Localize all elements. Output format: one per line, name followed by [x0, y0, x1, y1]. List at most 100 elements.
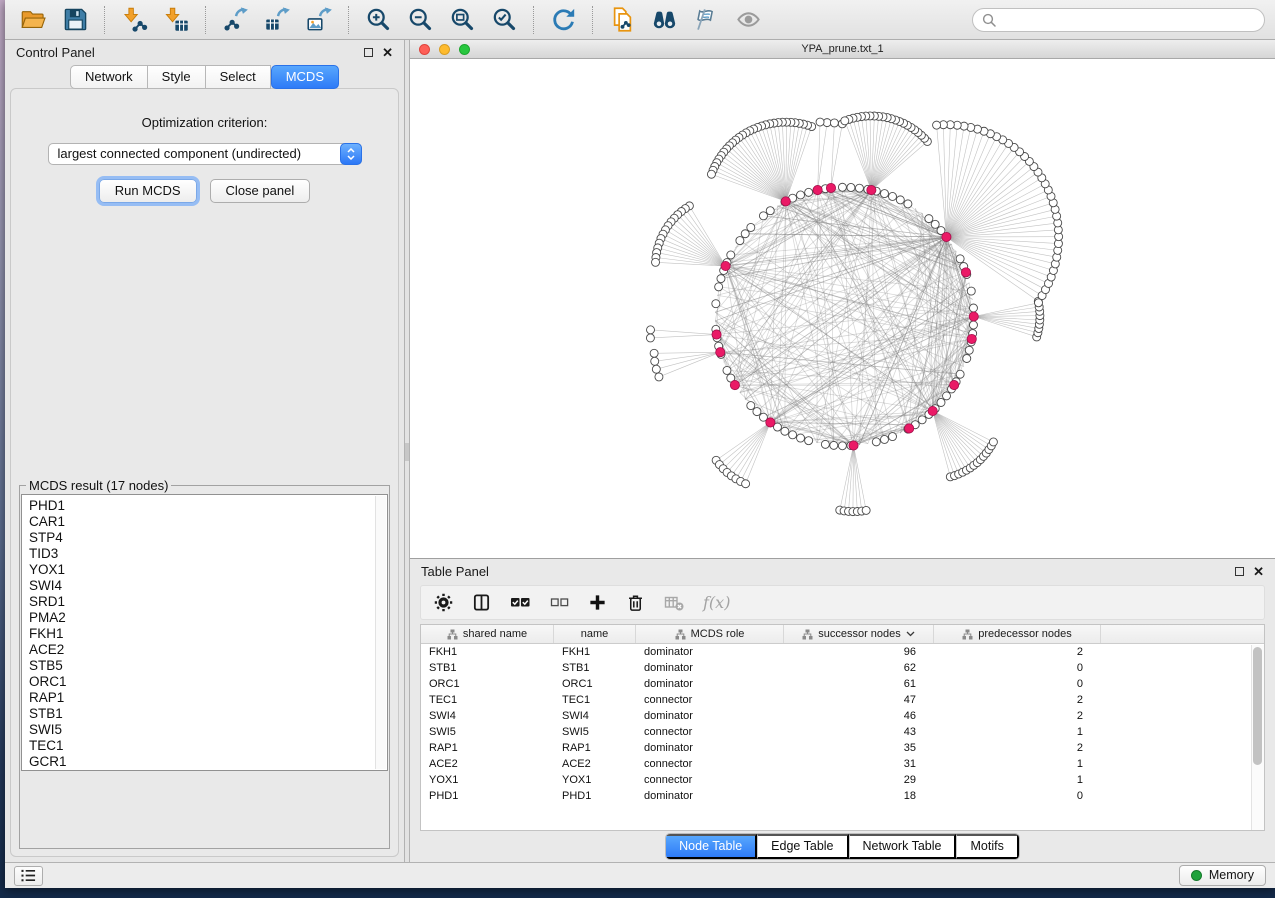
- table-cell[interactable]: PHD1: [554, 790, 636, 802]
- graph-node[interactable]: [816, 118, 824, 126]
- table-row[interactable]: ORC1ORC1dominator610: [421, 676, 1264, 692]
- mcds-result-item[interactable]: TEC1: [29, 738, 387, 754]
- minimize-window-icon[interactable]: [439, 44, 450, 55]
- graph-node[interactable]: [969, 321, 977, 329]
- function-builder-button[interactable]: f(x): [703, 593, 730, 612]
- mcds-result-item[interactable]: SWI4: [29, 578, 387, 594]
- delete-table-button[interactable]: [664, 593, 684, 612]
- graph-node-dominator[interactable]: [813, 185, 822, 194]
- table-cell[interactable]: TEC1: [421, 694, 554, 706]
- table-cell[interactable]: connector: [636, 774, 784, 786]
- table-cell[interactable]: 47: [784, 694, 934, 706]
- export-network-button[interactable]: [217, 3, 253, 37]
- graph-node[interactable]: [830, 441, 838, 449]
- deselect-all-button[interactable]: [550, 596, 569, 609]
- graph-node[interactable]: [872, 438, 880, 446]
- close-panel-button[interactable]: Close panel: [210, 179, 311, 203]
- mcds-result-item[interactable]: ORC1: [29, 674, 387, 690]
- graph-node[interactable]: [646, 334, 654, 342]
- tab-mcds[interactable]: MCDS: [271, 65, 339, 89]
- table-cell[interactable]: RAP1: [421, 742, 554, 754]
- memory-button[interactable]: Memory: [1179, 865, 1266, 886]
- select-all-button[interactable]: [510, 595, 531, 610]
- table-cell[interactable]: 0: [934, 678, 1101, 690]
- network-graph[interactable]: [410, 59, 1275, 558]
- tab-motifs[interactable]: Motifs: [956, 834, 1018, 859]
- table-cell[interactable]: 46: [784, 710, 934, 722]
- graph-node-dominator[interactable]: [967, 334, 976, 343]
- graph-node[interactable]: [841, 117, 849, 125]
- float-panel-icon[interactable]: [1235, 567, 1244, 576]
- criterion-select[interactable]: largest connected component (undirected): [48, 143, 362, 165]
- graph-node[interactable]: [781, 427, 789, 435]
- clone-network-button[interactable]: [604, 3, 640, 37]
- close-window-icon[interactable]: [419, 44, 430, 55]
- export-image-button[interactable]: [301, 3, 337, 37]
- mcds-result-item[interactable]: SRD1: [29, 594, 387, 610]
- close-panel-icon[interactable]: ✕: [382, 48, 393, 58]
- graph-node[interactable]: [830, 119, 838, 127]
- graph-node[interactable]: [805, 437, 813, 445]
- graph-node[interactable]: [847, 183, 855, 191]
- mcds-result-item[interactable]: GCR1: [29, 754, 387, 770]
- graph-node-dominator[interactable]: [961, 268, 970, 277]
- graph-node[interactable]: [805, 188, 813, 196]
- float-panel-icon[interactable]: [364, 48, 373, 57]
- table-cell[interactable]: ORC1: [421, 678, 554, 690]
- mcds-result-item[interactable]: PMA2: [29, 610, 387, 626]
- table-cell[interactable]: 62: [784, 662, 934, 674]
- table-scrollbar[interactable]: [1251, 645, 1264, 830]
- graph-node[interactable]: [741, 230, 749, 238]
- table-cell[interactable]: dominator: [636, 678, 784, 690]
- graph-node-dominator[interactable]: [849, 441, 858, 450]
- graph-node[interactable]: [753, 408, 761, 416]
- graph-node[interactable]: [956, 255, 964, 263]
- mcds-result-item[interactable]: SWI5: [29, 722, 387, 738]
- table-cell[interactable]: dominator: [636, 790, 784, 802]
- table-cell[interactable]: dominator: [636, 742, 784, 754]
- table-cell[interactable]: TEC1: [554, 694, 636, 706]
- graph-node-dominator[interactable]: [905, 424, 914, 433]
- column-header-shared-name[interactable]: shared name: [421, 625, 554, 643]
- zoom-fit-button[interactable]: [444, 3, 480, 37]
- graph-node[interactable]: [759, 212, 767, 220]
- column-header-successor-nodes[interactable]: successor nodes: [784, 625, 934, 643]
- table-cell[interactable]: 1: [934, 758, 1101, 770]
- table-cell[interactable]: 2: [934, 710, 1101, 722]
- graph-node-dominator[interactable]: [950, 380, 959, 389]
- mcds-result-list[interactable]: PHD1CAR1STP4TID3YOX1SWI4SRD1PMA2FKH1ACE2…: [21, 494, 388, 771]
- tab-select[interactable]: Select: [206, 65, 271, 89]
- table-row[interactable]: PHD1PHD1dominator180: [421, 788, 1264, 804]
- table-cell[interactable]: 0: [934, 790, 1101, 802]
- table-row[interactable]: YOX1YOX1connector291: [421, 772, 1264, 788]
- graph-node[interactable]: [715, 283, 723, 291]
- graph-node[interactable]: [742, 480, 750, 488]
- graph-node-dominator[interactable]: [766, 418, 775, 427]
- graph-node[interactable]: [967, 287, 975, 295]
- table-cell[interactable]: 1: [934, 774, 1101, 786]
- graph-node[interactable]: [880, 190, 888, 198]
- graph-node[interactable]: [652, 365, 660, 373]
- graph-node[interactable]: [707, 170, 715, 178]
- graph-node[interactable]: [965, 346, 973, 354]
- table-row[interactable]: SWI5SWI5connector431: [421, 724, 1264, 740]
- table-cell[interactable]: 2: [934, 646, 1101, 658]
- search-network-button[interactable]: [646, 3, 682, 37]
- list-scrollbar[interactable]: [375, 496, 386, 769]
- zoom-out-button[interactable]: [402, 3, 438, 37]
- graph-node[interactable]: [862, 506, 870, 514]
- table-cell[interactable]: 18: [784, 790, 934, 802]
- table-cell[interactable]: SWI4: [554, 710, 636, 722]
- graph-node[interactable]: [963, 354, 971, 362]
- tab-network-table[interactable]: Network Table: [849, 834, 957, 859]
- table-cell[interactable]: 1: [934, 726, 1101, 738]
- graph-node[interactable]: [956, 370, 964, 378]
- graph-node-dominator[interactable]: [712, 330, 721, 339]
- import-network-button[interactable]: [116, 3, 152, 37]
- table-cell[interactable]: STB1: [421, 662, 554, 674]
- table-cell[interactable]: SWI4: [421, 710, 554, 722]
- table-cell[interactable]: connector: [636, 694, 784, 706]
- graph-node[interactable]: [647, 326, 655, 334]
- mcds-result-item[interactable]: YOX1: [29, 562, 387, 578]
- mcds-result-item[interactable]: RAP1: [29, 690, 387, 706]
